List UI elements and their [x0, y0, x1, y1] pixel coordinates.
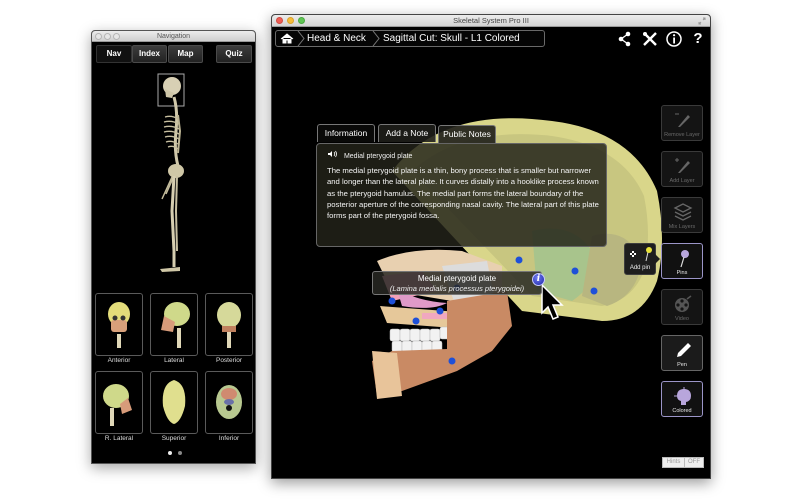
add-layer-label: Add Layer [669, 178, 695, 184]
remove-layer-button[interactable]: Remove Layer [661, 105, 703, 141]
hints-toggle[interactable]: Hints OFF [662, 457, 704, 468]
skeleton-figure [157, 73, 185, 272]
help-icon: ? [693, 30, 703, 47]
breadcrumb-home[interactable] [276, 31, 298, 46]
tools-icon [643, 32, 657, 46]
info-title-row: Medial pterygoid plate [327, 150, 412, 160]
pin-label[interactable]: Medial pterygoid plate (Lamina medialis … [372, 271, 542, 295]
tab-public-notes[interactable]: Public Notes [438, 125, 496, 143]
hints-label: Hints [663, 458, 685, 467]
info-description: The medial pterygoid plate is a thin, bo… [327, 166, 599, 221]
view-label-anterior: Anterior [107, 357, 131, 364]
view-label-inferior: Inferior [218, 435, 240, 442]
mix-layers-label: Mix Layers [668, 224, 696, 230]
speaker-icon[interactable] [327, 150, 337, 160]
layers-icon [673, 203, 693, 221]
info-button[interactable] [665, 30, 683, 48]
view-r-lateral[interactable] [95, 371, 143, 434]
hints-value: OFF [688, 459, 700, 465]
add-layer-button[interactable]: Add Layer [661, 151, 703, 187]
view-superior[interactable] [150, 371, 198, 434]
information-panel: Medial pterygoid plate The medial pteryg… [316, 143, 607, 247]
video-button[interactable]: Video [661, 289, 703, 325]
remove-layer-label: Remove Layer [664, 132, 700, 138]
home-icon [280, 33, 294, 44]
navigation-window: Navigation Nav Index Map Quiz Anterior L… [91, 30, 256, 464]
chevron-right-icon [372, 31, 380, 46]
colored-head-icon [674, 387, 691, 405]
breadcrumb-item-current[interactable]: Sagittal Cut: Skull - L1 Colored [383, 31, 520, 46]
3d-viewer[interactable]: Information Add a Note Public Notes Medi… [272, 51, 710, 478]
navigation-title: Navigation [156, 33, 191, 40]
fullscreen-icon[interactable] [698, 17, 706, 25]
pin-icon [680, 250, 689, 268]
pin-icon [645, 247, 652, 262]
breadcrumb-item-head-neck[interactable]: Head & Neck [307, 31, 366, 46]
window-title: Skeletal System Pro III [453, 16, 529, 25]
colored-button[interactable]: Colored [661, 381, 703, 417]
view-label-lateral: Lateral [164, 357, 184, 364]
pin-label-latin: (Lamina medialis processus pterygoidei) [389, 284, 525, 293]
add-pin-tooltip[interactable]: Add pin [624, 243, 656, 275]
share-button[interactable] [616, 30, 634, 48]
pen-button[interactable]: Pen [661, 335, 703, 371]
info-icon [666, 31, 682, 47]
video-label: Video [675, 316, 689, 322]
pencil-icon [677, 343, 691, 357]
pins-label: Pins [676, 270, 688, 276]
navigation-tabs: Nav Index Map Quiz [96, 45, 252, 64]
mix-layers-button[interactable]: Mix Layers [661, 197, 703, 233]
tab-information[interactable]: Information [317, 124, 375, 142]
view-anterior[interactable] [95, 293, 143, 356]
breadcrumb: Head & Neck Sagittal Cut: Skull - L1 Col… [275, 30, 545, 47]
page-dot[interactable] [178, 451, 182, 455]
tab-map[interactable]: Map [168, 45, 203, 63]
info-title: Medial pterygoid plate [343, 153, 413, 160]
add-pin-label: Add pin [629, 265, 651, 271]
tab-index[interactable]: Index [132, 45, 167, 63]
view-lateral[interactable] [150, 293, 198, 356]
tab-nav[interactable]: Nav [96, 45, 132, 63]
pen-label: Pen [677, 362, 687, 368]
share-icon [618, 31, 631, 47]
tab-add-a-note[interactable]: Add a Note [378, 124, 436, 142]
tab-quiz[interactable]: Quiz [216, 45, 252, 63]
knife-minus-icon [675, 113, 690, 127]
page-dot-active[interactable] [168, 451, 172, 455]
pins-button[interactable]: Pins [661, 243, 703, 279]
pin-label-name: Medial pterygoid plate [417, 274, 497, 283]
navigation-titlebar[interactable]: Navigation [92, 31, 255, 42]
chevron-right-icon [297, 31, 305, 46]
knife-plus-icon [675, 158, 690, 173]
film-reel-icon [675, 295, 692, 312]
colored-label: Colored [672, 408, 692, 414]
move-icon [630, 251, 636, 257]
help-button[interactable]: ? [689, 30, 707, 48]
view-label-r-lateral: R. Lateral [104, 435, 134, 442]
view-inferior[interactable] [205, 371, 253, 434]
tools-button[interactable] [641, 30, 659, 48]
view-posterior[interactable] [205, 293, 253, 356]
main-titlebar[interactable]: Skeletal System Pro III [272, 15, 710, 27]
main-window: Skeletal System Pro III Head & Neck Sagi… [271, 14, 711, 479]
full-skeleton-view[interactable] [92, 71, 255, 276]
tooltip-arrow [655, 254, 660, 264]
view-label-posterior: Posterior [215, 357, 242, 364]
view-label-superior: Superior [161, 435, 187, 442]
pin-info-button[interactable]: i [532, 273, 545, 286]
